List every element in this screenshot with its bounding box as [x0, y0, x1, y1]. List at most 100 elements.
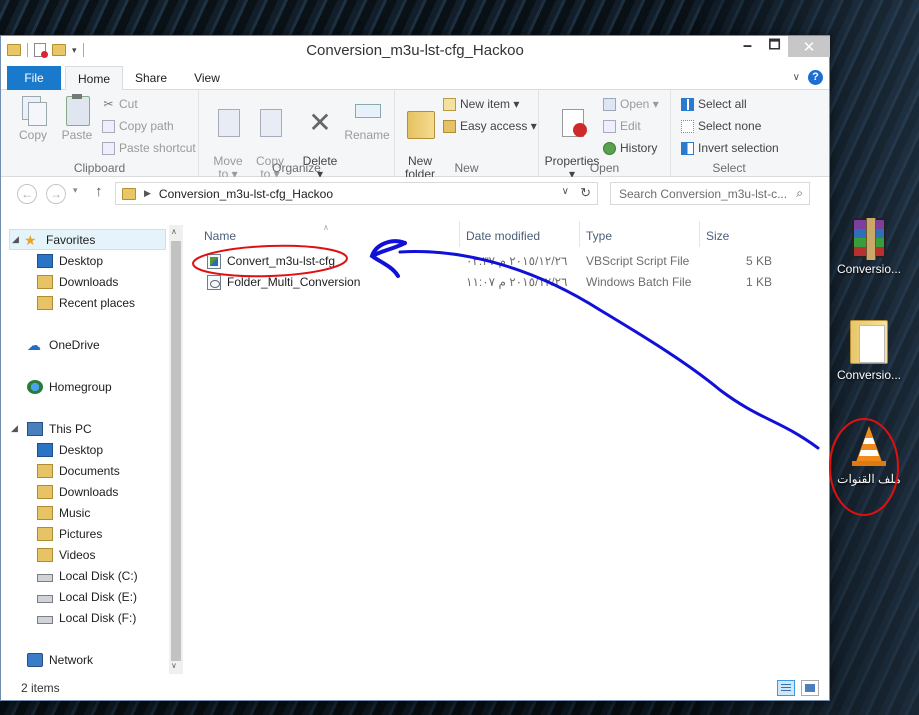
- details-view-icon[interactable]: [777, 680, 795, 696]
- close-button[interactable]: ✕: [788, 36, 830, 57]
- up-arrow-icon[interactable]: ↑: [95, 183, 103, 200]
- tab-file[interactable]: File: [7, 66, 61, 90]
- nav-network[interactable]: Network: [27, 649, 93, 670]
- column-header-name[interactable]: ∧ Name: [197, 223, 459, 247]
- invert-selection-icon: [681, 141, 694, 155]
- back-arrow-icon[interactable]: ←: [17, 184, 37, 204]
- help-icon[interactable]: ?: [808, 70, 823, 85]
- scroll-down-icon[interactable]: ∨: [171, 661, 177, 670]
- address-history-chevron-icon[interactable]: ∨: [562, 186, 569, 197]
- history-button[interactable]: History: [603, 141, 657, 155]
- new-folder-icon: [405, 107, 435, 139]
- select-none-button[interactable]: Select none: [681, 119, 761, 133]
- nav-fav-downloads[interactable]: Downloads: [37, 271, 118, 292]
- nav-favorites[interactable]: ◢ ★ Favorites: [9, 229, 166, 250]
- nav-item-label: Local Disk (F:): [59, 610, 137, 625]
- tab-view[interactable]: View: [181, 66, 233, 90]
- ribbon-collapse-chevron-icon[interactable]: ∨: [793, 72, 800, 83]
- table-row[interactable]: Convert_m3u-lst-cfg ٢٠١٥/١٢/٢٦ م ٠٣:٣٧ V…: [197, 251, 787, 272]
- new-item-button[interactable]: New item ▾: [443, 97, 519, 111]
- column-header-type[interactable]: Type: [579, 225, 699, 247]
- rename-icon: [352, 94, 382, 126]
- nav-pc-documents[interactable]: Documents: [37, 460, 120, 481]
- search-icon[interactable]: ⌕: [796, 186, 803, 201]
- videos-icon: [37, 547, 53, 562]
- column-header-size[interactable]: Size: [699, 225, 779, 247]
- column-header-label: Type: [586, 229, 613, 243]
- nav-fav-recent-places[interactable]: Recent places: [37, 292, 135, 313]
- desktop-icon: [37, 253, 53, 268]
- open-button[interactable]: Open ▾: [603, 97, 659, 111]
- scroll-up-icon[interactable]: ∧: [171, 227, 177, 236]
- nav-item-label: Videos: [59, 547, 96, 562]
- address-bar[interactable]: ▶ Conversion_m3u-lst-cfg_Hackoo ∨ ↻: [115, 182, 598, 205]
- tab-share[interactable]: Share: [127, 66, 175, 90]
- refresh-icon[interactable]: ↻: [580, 185, 591, 201]
- search-input[interactable]: Search Conversion_m3u-lst-c... ⌕: [610, 182, 810, 205]
- nav-pc-music[interactable]: Music: [37, 502, 90, 523]
- large-icons-view-icon[interactable]: [801, 680, 819, 696]
- nav-item-label: Downloads: [59, 484, 119, 499]
- tab-home[interactable]: Home: [65, 66, 123, 91]
- cut-button[interactable]: ✂ Cut: [102, 97, 137, 111]
- copy-button[interactable]: Copy: [13, 94, 53, 142]
- maximize-button[interactable]: 🗖: [761, 36, 788, 57]
- nav-pc-local-disk-e[interactable]: Local Disk (E:): [37, 586, 137, 607]
- breadcrumb-separator-icon[interactable]: ▶: [144, 188, 151, 199]
- desktop-icon-label: Conversio...: [836, 368, 902, 382]
- documents-icon: [37, 463, 53, 478]
- edit-button[interactable]: Edit: [603, 119, 641, 133]
- group-label: New: [454, 161, 479, 175]
- item-count: 2 items: [21, 681, 60, 695]
- nav-this-pc[interactable]: ◢ This PC: [11, 418, 92, 439]
- desktop-icon-vlc-playlist[interactable]: ملف القنوات: [831, 424, 907, 486]
- invert-selection-button[interactable]: Invert selection: [681, 141, 779, 155]
- nav-pc-desktop[interactable]: Desktop: [37, 439, 103, 460]
- select-group: Select all Select none Invert selection …: [671, 90, 787, 177]
- nav-item-label: Downloads: [59, 274, 119, 289]
- nav-pane-scrollbar[interactable]: ∧ ∨: [169, 225, 183, 674]
- easy-access-label: Easy access ▾: [460, 119, 537, 133]
- nav-onedrive[interactable]: ☁ OneDrive: [27, 334, 100, 355]
- move-to-icon: [213, 107, 243, 139]
- ribbon-tabs: File Home Share View ∨ ?: [1, 66, 829, 91]
- easy-access-button[interactable]: Easy access ▾: [443, 119, 537, 133]
- nav-fav-desktop[interactable]: Desktop: [37, 250, 103, 271]
- scrollbar-thumb[interactable]: [171, 241, 181, 661]
- open-group: Properties ▾ Open ▾ Edit History Open: [539, 90, 671, 181]
- column-header-date[interactable]: Date modified: [459, 225, 579, 247]
- nav-pc-pictures[interactable]: Pictures: [37, 523, 102, 544]
- nav-item-label: This PC: [49, 421, 92, 436]
- nav-homegroup[interactable]: Homegroup: [27, 376, 112, 397]
- collapse-arrow-icon[interactable]: ◢: [12, 234, 19, 245]
- recent-locations-chevron-icon[interactable]: ▾: [73, 185, 78, 196]
- rename-button[interactable]: Rename: [343, 94, 391, 142]
- file-size: 1 KB: [745, 275, 772, 289]
- forward-arrow-icon[interactable]: →: [46, 184, 66, 204]
- nav-pc-local-disk-f[interactable]: Local Disk (F:): [37, 607, 136, 628]
- breadcrumb-current[interactable]: Conversion_m3u-lst-cfg_Hackoo: [159, 187, 333, 201]
- select-all-button[interactable]: Select all: [681, 97, 747, 111]
- paste-button[interactable]: Paste: [57, 94, 97, 142]
- edit-label: Edit: [620, 119, 641, 133]
- copy-path-icon: [102, 119, 115, 133]
- paste-shortcut-button[interactable]: Paste shortcut: [102, 141, 196, 155]
- nav-pc-local-disk-c[interactable]: Local Disk (C:): [37, 565, 138, 586]
- copy-path-button[interactable]: Copy path: [102, 119, 174, 133]
- nav-pc-videos[interactable]: Videos: [37, 544, 95, 565]
- nav-item-label: Homegroup: [49, 379, 112, 394]
- file-name: Convert_m3u-lst-cfg: [227, 254, 336, 268]
- desktop-icon-folder[interactable]: Conversio...: [831, 320, 907, 382]
- column-header-label: Size: [706, 229, 730, 243]
- nav-pc-downloads[interactable]: Downloads: [37, 481, 118, 502]
- rename-label: Rename: [344, 128, 390, 142]
- table-row[interactable]: Folder_Multi_Conversion ٢٠١٥/١٢/٢٦ م ١١:…: [197, 272, 787, 293]
- collapse-arrow-icon[interactable]: ◢: [11, 423, 27, 434]
- desktop-icon-winrar-archive[interactable]: Conversio...: [831, 218, 907, 276]
- column-header-label: Name: [204, 229, 237, 243]
- title-bar[interactable]: ▾ Conversion_m3u-lst-cfg_Hackoo 🗕 🗖 ✕: [1, 36, 830, 66]
- invert-selection-label: Invert selection: [698, 141, 779, 155]
- history-icon: [603, 141, 616, 155]
- navigation-pane: ◢ ★ Favorites Desktop Downloads Recent p…: [1, 225, 184, 674]
- minimize-button[interactable]: 🗕: [734, 36, 761, 57]
